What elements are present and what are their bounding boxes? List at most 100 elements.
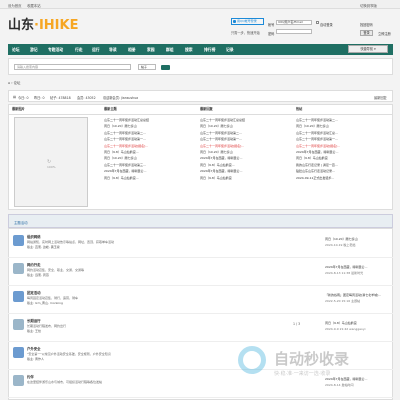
narrow-switch-link[interactable]: 切换到窄版: [360, 3, 377, 8]
nav-item-groups[interactable]: 群组: [166, 47, 174, 53]
nav-item-search[interactable]: 搜索: [185, 47, 193, 53]
forum-title[interactable]: 组织网络: [27, 234, 41, 239]
site-logo[interactable]: 山东·IHIKE: [8, 14, 78, 33]
section-header: 主题活动: [8, 214, 393, 228]
forum-last-post-title[interactable]: 周日（9.8）马山仙鹤宫: [325, 321, 357, 325]
col-head-hot: 热帖: [296, 107, 303, 111]
hot-thread-item[interactable]: 贴肚山东山东行走活动记录...: [296, 169, 335, 173]
quick-nav-dropdown[interactable]: 快捷导航 ▾: [348, 45, 388, 53]
forum-title[interactable]: 户外安全: [27, 346, 41, 351]
forum-icon[interactable]: [13, 291, 24, 302]
quick-nav-label: 快捷导航: [360, 47, 374, 51]
forum-icon[interactable]: [13, 263, 24, 274]
forum-last-post-title[interactable]: 周日（10.20）腾七泰山: [325, 237, 358, 241]
forum-icon[interactable]: [13, 235, 24, 246]
latest-thread-item[interactable]: 山东二十一周年徒步活动第一...: [104, 137, 146, 141]
breadcrumb-forum[interactable]: 论坛: [14, 81, 21, 85]
forum-row: 组织网络 网站通知、实时网上活动告示等站点，网址、置顶、获取单车活动 版主: 直而,…: [8, 230, 393, 258]
latest-reply-link[interactable]: 最新回复: [374, 95, 387, 100]
latest-thread-item[interactable]: 山东二十一周年徒步活动第二...: [104, 131, 146, 135]
latest-reply-item[interactable]: 周日（9.8）马山仙鹤宫: [200, 176, 232, 180]
stat-newest[interactable]: 欢迎新会员: jiansushua: [103, 95, 138, 100]
latest-reply-item[interactable]: 周日（10.20）腾七泰山: [200, 150, 233, 154]
forum-last-post-title[interactable]: 「新的谷雨」团定每周活动[满七北羊城]...: [325, 293, 381, 297]
latest-image[interactable]: ↻ 100%: [14, 117, 88, 207]
username-input[interactable]: UID/用户名/Email: [276, 20, 312, 25]
search-type-select[interactable]: 帖子: [138, 64, 156, 70]
nav-item-walk[interactable]: 行走: [75, 47, 83, 53]
latest-thread-item[interactable]: 周日（9.8）马山仙鹤宫...: [104, 176, 139, 180]
nav-item-album[interactable]: 相册: [128, 47, 136, 53]
main-nav: 论坛 游记 专题活动 行走 运行 导读 相册 家园 群组 搜索 排行榜 记录: [8, 44, 393, 55]
forum-icon[interactable]: [13, 347, 24, 358]
latest-thread-item[interactable]: 周日（9.8）马山仙鹤宫...: [104, 150, 139, 154]
latest-thread-item[interactable]: 周日（10.20）腾七泰山: [104, 156, 137, 160]
logo-text-en: ·IHIKE: [34, 18, 79, 33]
qq-login-hint: 只需一步，快速开始: [231, 31, 260, 35]
bookmark-link[interactable]: 收藏本站: [27, 3, 41, 8]
forum-description: 在这里结伴游乐山水与城市，可组织活动行程等各位发帖: [27, 380, 103, 384]
forum-row: 长期运行 长期活动行程发布，网约出行 版主: 王炫 1 / 3 周日（9.8）马山仙鹤宫…: [8, 314, 393, 342]
breadcrumb-separator: ›: [11, 81, 13, 85]
forum-last-post-meta: 2024-8-14 发帖时间: [325, 383, 354, 387]
set-homepage-link[interactable]: 设为首页: [8, 3, 22, 8]
forum-last-post-title[interactable]: 2024年7月在西藏，喀喇昆仑...: [325, 265, 367, 269]
nav-item-records[interactable]: 记录: [226, 47, 234, 53]
remember-checkbox[interactable]: [316, 21, 319, 24]
register-link[interactable]: 立即注册: [378, 31, 391, 36]
latest-reply-item[interactable]: 山东二十一周年徒步活动第二...: [200, 131, 242, 135]
nav-item-travel[interactable]: 游记: [30, 47, 38, 53]
col-head-images: 最新图片: [12, 107, 25, 111]
latest-reply-item[interactable]: 山东二十一周年徒步活动[报名]...: [200, 144, 244, 148]
forum-last-post-meta: 2022-5-20 15:16 主题帖: [325, 299, 361, 303]
latest-thread-item[interactable]: 山东二十一周年徒步活动汇总总结: [104, 118, 149, 122]
nav-item-events[interactable]: 专题活动: [48, 47, 63, 53]
forum-title[interactable]: 网约行走: [27, 262, 41, 267]
forum-title[interactable]: 团定活动: [27, 290, 41, 295]
forum-row: 团定活动 每周固定活动召集，骑行，露营，骑车 版主: lxm_黄山, monking…: [8, 286, 393, 314]
forum-last-post-meta: 2024-8-13 11:38 最新时光: [325, 271, 364, 275]
latest-reply-item[interactable]: 2024年7月在西藏，喀喇昆仑...: [200, 169, 242, 173]
nav-item-home[interactable]: 家园: [147, 47, 155, 53]
hot-thread-item[interactable]: 山东二十一周年徒步活动第一...: [296, 137, 338, 141]
hot-thread-item[interactable]: 山东二十一周年徒步活动[报名]...: [296, 144, 340, 148]
latest-thread-item[interactable]: 山东二十一周年徒步活动第三...: [104, 163, 146, 167]
password-input[interactable]: [276, 29, 312, 34]
hot-thread-item[interactable]: 山东二十一周年徒步活动第二...: [296, 118, 338, 122]
latest-thread-item[interactable]: 周日（10.20）腾七泰山: [104, 124, 137, 128]
hot-thread-item[interactable]: 周日（10.20）腾七泰山: [296, 124, 329, 128]
nav-item-forum[interactable]: 论坛: [12, 47, 20, 53]
hot-thread-item[interactable]: 我的山东行走记录 | 满足一百...: [296, 163, 338, 167]
search-input[interactable]: 请输入搜索内容: [14, 64, 131, 70]
forum-moderators: 版主: 远而, 周燕: [27, 273, 49, 277]
forum-icon[interactable]: [13, 375, 24, 386]
latest-reply-item[interactable]: 2024年7月在西藏，喀喇昆仑...: [200, 156, 242, 160]
latest-reply-item[interactable]: 周日（9.8）马山仙鹤宫...: [200, 163, 235, 167]
section-title[interactable]: 主题活动: [14, 220, 28, 225]
forum-title[interactable]: 约伴: [27, 374, 34, 379]
home-icon[interactable]: ⌂: [8, 81, 10, 85]
hot-thread-item[interactable]: 2024年7月在西藏，喀喇昆仑...: [296, 150, 338, 154]
nav-item-guide[interactable]: 导读: [109, 47, 117, 53]
login-button[interactable]: 登录: [360, 30, 373, 36]
latest-reply-item[interactable]: 周日（10.20）腾七泰山: [200, 124, 233, 128]
latest-thread-item[interactable]: 山东二十一周年徒步活动[报名]...: [104, 144, 148, 148]
latest-reply-item[interactable]: 山东二十一周年徒步活动汇总总结: [200, 118, 245, 122]
nav-item-ranking[interactable]: 排行榜: [204, 47, 215, 53]
col-head-replies: 最新回复: [200, 107, 213, 111]
nav-item-run[interactable]: 运行: [92, 47, 100, 53]
search-button[interactable]: [161, 65, 170, 70]
latest-reply-item[interactable]: 山东二十一周年徒步活动第一...: [200, 137, 242, 141]
qq-login-button[interactable]: 用QQ帐号登录: [231, 18, 264, 25]
forgot-password-link[interactable]: 找回密码: [360, 22, 373, 27]
breadcrumb: ⌂ › 论坛: [8, 80, 20, 85]
hot-thread-item[interactable]: 山东二十一周年徒步活动汇总...: [296, 131, 338, 135]
hot-thread-item[interactable]: 2024-09-11正式出发徒步...: [296, 176, 334, 180]
forum-icon[interactable]: [13, 319, 24, 330]
forum-description: 网站通知、实时网上活动告示等站点，网址、置顶、获取单车活动: [27, 240, 115, 244]
latest-thread-item[interactable]: 2024年7月在西藏，喀喇昆仑...: [104, 169, 146, 173]
username-label: 帐号: [268, 23, 275, 27]
forum-title[interactable]: 长期运行: [27, 318, 41, 323]
hot-thread-item[interactable]: 周日（9.8）马山仙鹤宫: [296, 156, 328, 160]
col-head-threads: 最新主题: [104, 107, 117, 111]
